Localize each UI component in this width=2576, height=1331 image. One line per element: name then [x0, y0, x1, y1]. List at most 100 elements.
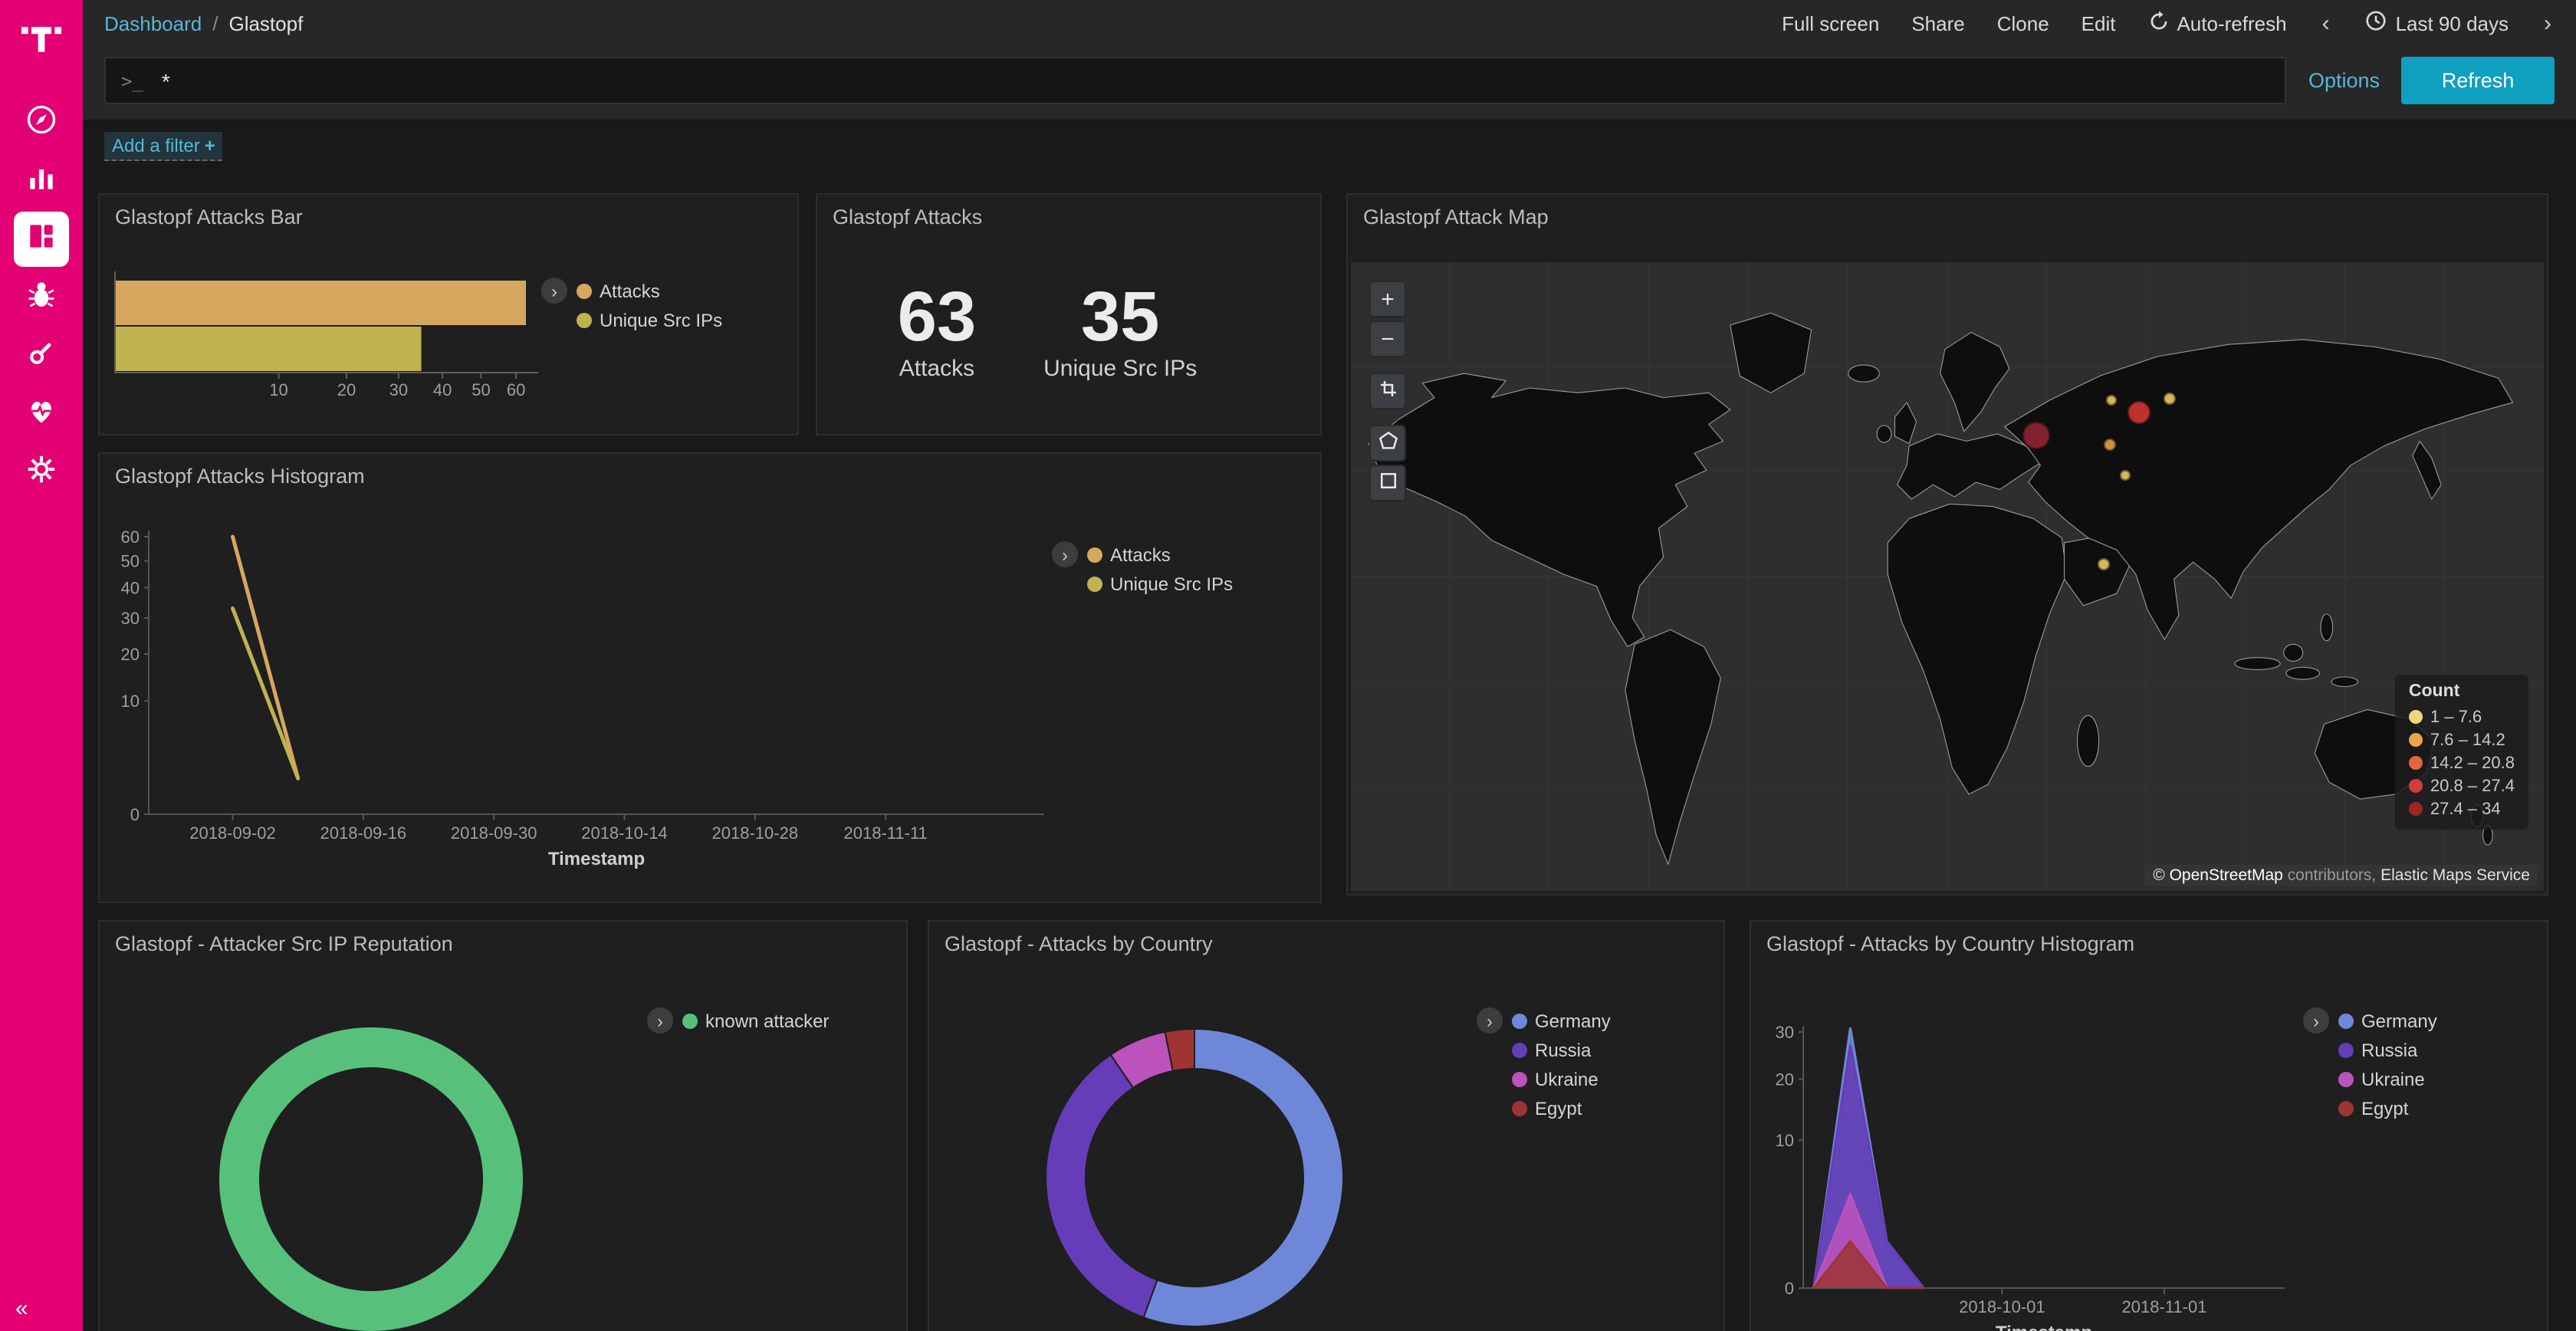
legend-item[interactable]: Unique Src IPs — [1087, 570, 1233, 596]
panel-title[interactable]: Glastopf Attacks Bar — [100, 195, 797, 228]
map-marker[interactable] — [2107, 395, 2118, 406]
panel-title[interactable]: Glastopf - Attacks by Country Histogram — [1751, 922, 2547, 955]
svg-text:30: 30 — [1776, 1023, 1794, 1042]
sidebar-item-discover[interactable] — [14, 95, 69, 150]
legend: › Germany Russia Ukraine Egypt — [2303, 1007, 2437, 1121]
map-count-legend: Count 1 – 7.67.6 – 14.214.2 – 20.820.8 –… — [2395, 675, 2528, 830]
panel-title[interactable]: Glastopf Attacks Histogram — [100, 454, 1320, 488]
map-legend-row: 14.2 – 20.8 — [2409, 751, 2515, 774]
auto-refresh-button[interactable]: Auto-refresh — [2147, 10, 2286, 36]
svg-text:Timestamp: Timestamp — [548, 849, 645, 869]
svg-text:20: 20 — [121, 645, 140, 664]
svg-text:2018-10-14: 2018-10-14 — [581, 823, 668, 843]
legend-toggle-icon[interactable]: › — [1052, 541, 1078, 567]
svg-text:60: 60 — [121, 527, 140, 547]
rectangle-select-button[interactable] — [1369, 465, 1406, 501]
legend-item[interactable]: Ukraine — [2338, 1066, 2437, 1092]
breadcrumb-dashboard-link[interactable]: Dashboard — [104, 12, 202, 35]
legend-item[interactable]: Germany — [1512, 1007, 1611, 1034]
edit-button[interactable]: Edit — [2082, 12, 2116, 35]
map-marker[interactable] — [2098, 558, 2110, 570]
time-forward-button[interactable]: › — [2541, 10, 2555, 36]
panel-title[interactable]: Glastopf - Attacker Src IP Reputation — [100, 922, 906, 955]
svg-text:20: 20 — [1776, 1070, 1794, 1089]
metric-unique-src-ips: 35 Unique Src IPs — [1043, 281, 1197, 382]
legend-toggle-icon[interactable]: › — [2303, 1007, 2329, 1034]
svg-text:30: 30 — [121, 609, 140, 628]
query-options-link[interactable]: Options — [2308, 69, 2380, 92]
legend-toggle-icon[interactable]: › — [647, 1007, 673, 1034]
refresh-button[interactable]: Refresh — [2401, 57, 2555, 104]
sidebar-item-dev-tools[interactable] — [14, 328, 69, 383]
metric-value: 63 — [898, 281, 976, 351]
zoom-in-button[interactable]: + — [1369, 281, 1406, 317]
breadcrumb-separator: / — [212, 12, 218, 35]
full-screen-button[interactable]: Full screen — [1782, 12, 1879, 35]
sidebar-item-dashboard[interactable] — [14, 212, 69, 267]
dashboard-icon — [25, 219, 58, 260]
gear-icon — [25, 452, 58, 493]
legend-item[interactable]: Ukraine — [1512, 1066, 1611, 1092]
map-marker[interactable] — [2023, 422, 2051, 449]
legend: › known attacker — [647, 1007, 829, 1034]
map-legend-row: 20.8 – 27.4 — [2409, 774, 2515, 797]
share-button[interactable]: Share — [1911, 12, 1964, 35]
panel-ip-reputation: Glastopf - Attacker Src IP Reputation › k… — [98, 920, 908, 1331]
clone-button[interactable]: Clone — [1997, 12, 2049, 35]
polygon-select-button[interactable] — [1369, 425, 1406, 462]
search-query-input[interactable]: >_ * — [104, 57, 2287, 104]
map-markers — [1351, 262, 2544, 891]
legend-item[interactable]: Russia — [2338, 1037, 2437, 1063]
legend-item[interactable]: known attacker — [682, 1007, 829, 1034]
svg-text:Timestamp: Timestamp — [1996, 1323, 2092, 1331]
sidebar-item-visualize[interactable] — [14, 153, 69, 209]
fit-data-bounds-button[interactable] — [1369, 373, 1406, 409]
map-marker[interactable] — [2104, 439, 2116, 451]
legend-item[interactable]: Unique Src IPs — [577, 307, 722, 333]
query-value: * — [162, 68, 170, 93]
attacks-by-country-histogram-chart: 01020302018-10-012018-11-01Timestamp — [1763, 983, 2303, 1331]
sidebar-item-management[interactable] — [14, 445, 69, 500]
map-legend-row: 27.4 – 34 — [2409, 797, 2515, 820]
panel-attacks-bar: Glastopf Attacks Bar 102030405060 ›Attac… — [98, 193, 799, 435]
zoom-out-button[interactable]: − — [1369, 320, 1406, 357]
breadcrumb-current: Glastopf — [228, 12, 303, 35]
legend-item[interactable]: Attacks — [577, 278, 722, 304]
legend-toggle-icon[interactable]: › — [541, 278, 567, 304]
app-sidebar: « — [0, 0, 83, 1331]
legend-item[interactable]: Russia — [1512, 1037, 1611, 1063]
legend-item[interactable]: Attacks — [1087, 541, 1233, 567]
wrench-icon — [25, 335, 58, 376]
metric-label: Unique Src IPs — [1043, 356, 1197, 382]
svg-text:2018-10-28: 2018-10-28 — [712, 823, 799, 843]
legend-toggle-icon[interactable]: › — [1477, 1007, 1503, 1034]
svg-text:40: 40 — [121, 578, 140, 597]
svg-text:60: 60 — [507, 380, 525, 399]
map-legend-row: 7.6 – 14.2 — [2409, 728, 2515, 751]
svg-text:2018-10-01: 2018-10-01 — [1959, 1297, 2045, 1316]
svg-text:30: 30 — [389, 380, 408, 399]
legend-item[interactable]: Egypt — [2338, 1095, 2437, 1121]
openstreetmap-link[interactable]: OpenStreetMap — [2170, 866, 2283, 885]
svg-text:40: 40 — [433, 380, 452, 399]
svg-text:2018-11-01: 2018-11-01 — [2122, 1297, 2207, 1316]
sidebar-item-security[interactable] — [14, 270, 69, 325]
time-range-picker[interactable]: Last 90 days — [2365, 9, 2509, 37]
time-back-button[interactable]: ‹ — [2319, 10, 2333, 36]
map-marker[interactable] — [2128, 402, 2151, 425]
panel-title[interactable]: Glastopf Attacks — [817, 195, 1320, 228]
svg-text:0: 0 — [130, 805, 140, 824]
legend-item[interactable]: Germany — [2338, 1007, 2437, 1034]
svg-text:50: 50 — [121, 552, 140, 571]
sidebar-collapse-button[interactable]: « — [15, 1296, 28, 1322]
svg-text:2018-09-30: 2018-09-30 — [451, 823, 537, 843]
add-filter-button[interactable]: Add a filter+ — [104, 131, 223, 160]
sidebar-item-monitoring[interactable] — [14, 386, 69, 442]
map-marker[interactable] — [2164, 393, 2177, 406]
legend: › Germany Russia Ukraine Egypt — [1477, 1007, 1611, 1121]
attack-map[interactable]: + − — [1351, 262, 2544, 891]
panel-title[interactable]: Glastopf Attack Map — [1348, 195, 2547, 228]
panel-title[interactable]: Glastopf - Attacks by Country — [929, 922, 1723, 955]
legend-item[interactable]: Egypt — [1512, 1095, 1611, 1121]
map-marker[interactable] — [2120, 471, 2131, 481]
